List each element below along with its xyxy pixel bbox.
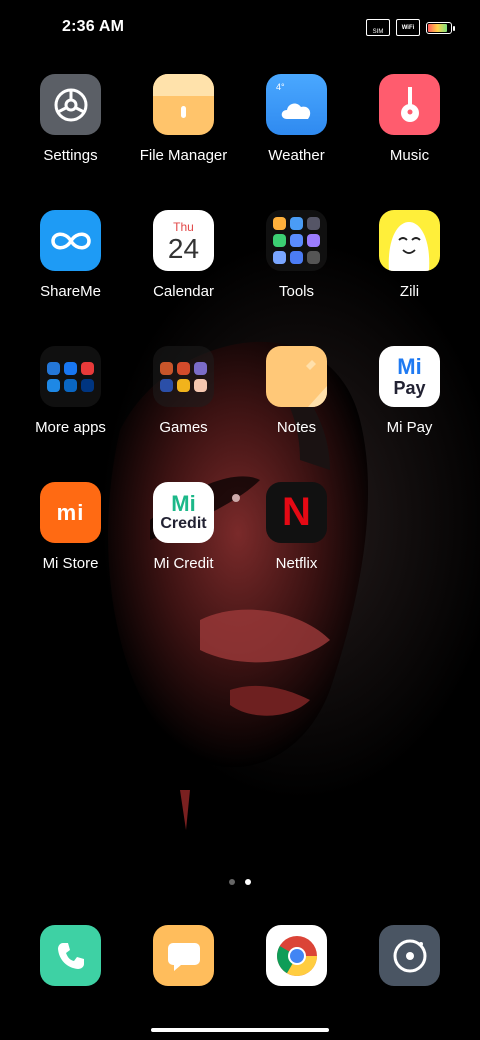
app-zili[interactable]: Zili xyxy=(353,210,466,300)
chrome-icon xyxy=(266,925,327,986)
page-indicator xyxy=(0,879,480,885)
app-label: Mi Store xyxy=(42,555,99,572)
app-settings[interactable]: Settings xyxy=(14,74,127,164)
notes-icon xyxy=(266,346,327,407)
app-label: More apps xyxy=(35,419,106,436)
message-icon xyxy=(153,925,214,986)
dock-messages[interactable] xyxy=(127,925,240,986)
app-tools-folder[interactable]: Tools xyxy=(240,210,353,300)
app-label: Zili xyxy=(399,283,420,300)
signal-icon: SIM xyxy=(366,19,390,36)
guitar-icon xyxy=(379,74,440,135)
app-label: File Manager xyxy=(139,147,228,164)
mi-store-logo: mi xyxy=(56,499,85,525)
app-label: Games xyxy=(159,419,208,436)
app-file-manager[interactable]: File Manager xyxy=(127,74,240,164)
calendar-day: Thu xyxy=(173,219,194,234)
app-more-apps-folder[interactable]: More apps xyxy=(14,346,127,436)
folder-icon xyxy=(153,74,214,135)
app-weather[interactable]: 4° Weather xyxy=(240,74,353,164)
mi-pay-icon: Mi Pay xyxy=(379,346,440,407)
mi-pay-bottom: Pay xyxy=(393,377,426,398)
dock-camera[interactable] xyxy=(353,925,466,986)
page-dot-2[interactable] xyxy=(245,879,251,885)
app-mi-store[interactable]: mi Mi Store xyxy=(14,482,127,572)
page-dot-1[interactable] xyxy=(229,879,235,885)
mi-credit-icon: Mi Credit xyxy=(153,482,214,543)
app-netflix[interactable]: N Netflix xyxy=(240,482,353,572)
home-indicator[interactable] xyxy=(151,1028,329,1032)
more-apps-folder-icon xyxy=(40,346,101,407)
dock-chrome[interactable] xyxy=(240,925,353,986)
weather-temp: 4° xyxy=(276,82,285,92)
app-label: ShareMe xyxy=(40,283,101,300)
mi-credit-top: Mi xyxy=(171,490,196,516)
netflix-logo: N xyxy=(282,490,311,534)
app-mi-pay[interactable]: Mi Pay Mi Pay xyxy=(353,346,466,436)
mi-credit-bottom: Credit xyxy=(160,514,207,532)
mi-store-icon: mi xyxy=(40,482,101,543)
app-games-folder[interactable]: Games xyxy=(127,346,240,436)
wifi-icon: WiFi xyxy=(396,19,420,36)
app-mi-credit[interactable]: Mi Credit Mi Credit xyxy=(127,482,240,572)
app-calendar[interactable]: Thu 24 Calendar xyxy=(127,210,240,300)
shareme-icon xyxy=(40,210,101,271)
app-label: Tools xyxy=(278,283,315,300)
battery-icon xyxy=(426,21,455,34)
calendar-icon: Thu 24 xyxy=(153,210,214,271)
weather-icon: 4° xyxy=(266,74,327,135)
app-label: Notes xyxy=(276,419,317,436)
app-label: Music xyxy=(389,147,430,164)
app-label: Calendar xyxy=(153,283,214,300)
status-time: 2:36 AM xyxy=(62,18,125,35)
app-music[interactable]: Music xyxy=(353,74,466,164)
calendar-date: 24 xyxy=(167,232,200,264)
games-folder-icon xyxy=(153,346,214,407)
status-bar: 2:36 AM SIM WiFi xyxy=(0,0,480,56)
app-label: Netflix xyxy=(275,555,318,572)
zili-icon xyxy=(379,210,440,271)
wifi-text: WiFi xyxy=(401,24,415,31)
phone-icon xyxy=(40,925,101,986)
app-label: Weather xyxy=(268,147,325,164)
app-notes[interactable]: Notes xyxy=(240,346,353,436)
dock-phone[interactable] xyxy=(14,925,127,986)
app-shareme[interactable]: ShareMe xyxy=(14,210,127,300)
app-label: Mi Pay xyxy=(386,419,433,436)
netflix-icon: N xyxy=(266,482,327,543)
status-icons: SIM WiFi xyxy=(366,19,455,36)
app-label: Mi Credit xyxy=(153,555,214,572)
settings-icon xyxy=(40,74,101,135)
signal-text: SIM xyxy=(372,29,384,35)
mi-pay-top: Mi xyxy=(397,353,422,379)
app-label: Settings xyxy=(43,147,98,164)
tools-folder-icon xyxy=(266,210,327,271)
camera-icon xyxy=(379,925,440,986)
